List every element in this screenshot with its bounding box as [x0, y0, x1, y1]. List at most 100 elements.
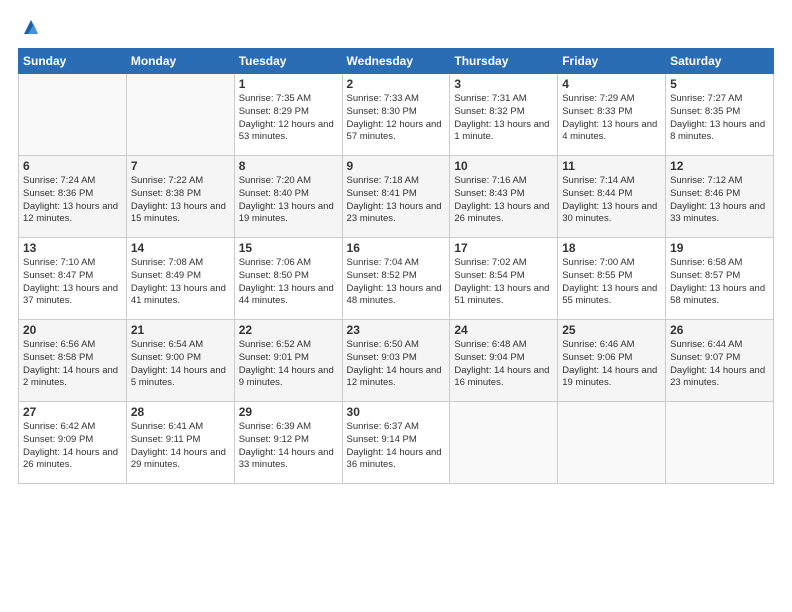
day-info: Sunrise: 6:56 AM Sunset: 8:58 PM Dayligh…	[23, 339, 122, 390]
day-info: Sunrise: 7:14 AM Sunset: 8:44 PM Dayligh…	[562, 175, 661, 226]
col-header-thursday: Thursday	[450, 49, 558, 74]
calendar-cell: 3 Sunrise: 7:31 AM Sunset: 8:32 PM Daylig…	[450, 74, 558, 156]
day-info: Sunrise: 6:50 AM Sunset: 9:03 PM Dayligh…	[347, 339, 446, 390]
day-number: 2	[347, 77, 446, 91]
calendar-cell: 26Sunrise: 6:44 AM Sunset: 9:07 PM Dayli…	[666, 320, 774, 402]
col-header-wednesday: Wednesday	[342, 49, 450, 74]
day-number: 24	[454, 323, 553, 337]
day-info: Sunrise: 6:58 AM Sunset: 8:57 PM Dayligh…	[670, 257, 769, 308]
col-header-sunday: Sunday	[19, 49, 127, 74]
day-number: 8	[239, 159, 338, 173]
calendar-cell: 27Sunrise: 6:42 AM Sunset: 9:09 PM Dayli…	[19, 402, 127, 484]
calendar-cell: 23 Sunrise: 6:50 AM Sunset: 9:03 PM Dayli…	[342, 320, 450, 402]
day-info: Sunrise: 7:20 AM Sunset: 8:40 PM Dayligh…	[239, 175, 338, 226]
calendar-cell: 25Sunrise: 6:46 AM Sunset: 9:06 PM Dayli…	[558, 320, 666, 402]
col-header-monday: Monday	[126, 49, 234, 74]
calendar-cell	[126, 74, 234, 156]
calendar-cell: 9Sunrise: 7:18 AM Sunset: 8:41 PM Daylig…	[342, 156, 450, 238]
day-number: 28	[131, 405, 230, 419]
calendar-cell	[19, 74, 127, 156]
day-number: 19	[670, 241, 769, 255]
calendar-cell: 18 Sunrise: 7:00 AM Sunset: 8:55 PM Dayli…	[558, 238, 666, 320]
calendar-cell: 29 Sunrise: 6:39 AM Sunset: 9:12 PM Dayli…	[234, 402, 342, 484]
calendar-cell: 8 Sunrise: 7:20 AM Sunset: 8:40 PM Daylig…	[234, 156, 342, 238]
col-header-saturday: Saturday	[666, 49, 774, 74]
calendar-cell	[450, 402, 558, 484]
week-row-5: 27Sunrise: 6:42 AM Sunset: 9:09 PM Dayli…	[19, 402, 774, 484]
calendar-cell: 22 Sunrise: 6:52 AM Sunset: 9:01 PM Dayli…	[234, 320, 342, 402]
day-info: Sunrise: 7:12 AM Sunset: 8:46 PM Dayligh…	[670, 175, 769, 226]
day-number: 27	[23, 405, 122, 419]
day-number: 6	[23, 159, 122, 173]
day-number: 30	[347, 405, 446, 419]
day-info: Sunrise: 6:48 AM Sunset: 9:04 PM Dayligh…	[454, 339, 553, 390]
day-info: Sunrise: 6:41 AM Sunset: 9:11 PM Dayligh…	[131, 421, 230, 472]
day-info: Sunrise: 7:00 AM Sunset: 8:55 PM Dayligh…	[562, 257, 661, 308]
calendar-table: SundayMondayTuesdayWednesdayThursdayFrid…	[18, 48, 774, 484]
day-number: 13	[23, 241, 122, 255]
day-info: Sunrise: 7:24 AM Sunset: 8:36 PM Dayligh…	[23, 175, 122, 226]
day-info: Sunrise: 7:27 AM Sunset: 8:35 PM Dayligh…	[670, 93, 769, 144]
calendar-cell: 5 Sunrise: 7:27 AM Sunset: 8:35 PM Daylig…	[666, 74, 774, 156]
day-number: 16	[347, 241, 446, 255]
day-number: 17	[454, 241, 553, 255]
calendar-cell: 30Sunrise: 6:37 AM Sunset: 9:14 PM Dayli…	[342, 402, 450, 484]
day-number: 29	[239, 405, 338, 419]
day-number: 10	[454, 159, 553, 173]
calendar-cell: 16 Sunrise: 7:04 AM Sunset: 8:52 PM Dayli…	[342, 238, 450, 320]
day-number: 3	[454, 77, 553, 91]
day-number: 26	[670, 323, 769, 337]
calendar-cell: 20 Sunrise: 6:56 AM Sunset: 8:58 PM Dayli…	[19, 320, 127, 402]
col-header-friday: Friday	[558, 49, 666, 74]
calendar-cell: 24 Sunrise: 6:48 AM Sunset: 9:04 PM Dayli…	[450, 320, 558, 402]
day-number: 18	[562, 241, 661, 255]
day-info: Sunrise: 6:54 AM Sunset: 9:00 PM Dayligh…	[131, 339, 230, 390]
calendar-cell: 1 Sunrise: 7:35 AM Sunset: 8:29 PM Daylig…	[234, 74, 342, 156]
header-row: SundayMondayTuesdayWednesdayThursdayFrid…	[19, 49, 774, 74]
day-number: 11	[562, 159, 661, 173]
calendar-cell: 17 Sunrise: 7:02 AM Sunset: 8:54 PM Dayli…	[450, 238, 558, 320]
day-number: 9	[347, 159, 446, 173]
day-info: Sunrise: 7:33 AM Sunset: 8:30 PM Dayligh…	[347, 93, 446, 144]
day-number: 5	[670, 77, 769, 91]
calendar-cell	[558, 402, 666, 484]
logo-icon	[20, 16, 42, 38]
day-info: Sunrise: 6:39 AM Sunset: 9:12 PM Dayligh…	[239, 421, 338, 472]
day-number: 21	[131, 323, 230, 337]
calendar-cell: 15 Sunrise: 7:06 AM Sunset: 8:50 PM Dayli…	[234, 238, 342, 320]
day-info: Sunrise: 6:46 AM Sunset: 9:06 PM Dayligh…	[562, 339, 661, 390]
day-number: 1	[239, 77, 338, 91]
day-info: Sunrise: 6:52 AM Sunset: 9:01 PM Dayligh…	[239, 339, 338, 390]
week-row-4: 20 Sunrise: 6:56 AM Sunset: 8:58 PM Dayli…	[19, 320, 774, 402]
calendar-cell: 21 Sunrise: 6:54 AM Sunset: 9:00 PM Dayli…	[126, 320, 234, 402]
calendar-cell: 14Sunrise: 7:08 AM Sunset: 8:49 PM Dayli…	[126, 238, 234, 320]
calendar-cell: 2 Sunrise: 7:33 AM Sunset: 8:30 PM Daylig…	[342, 74, 450, 156]
day-info: Sunrise: 7:31 AM Sunset: 8:32 PM Dayligh…	[454, 93, 553, 144]
day-number: 12	[670, 159, 769, 173]
day-number: 14	[131, 241, 230, 255]
day-number: 4	[562, 77, 661, 91]
week-row-3: 13Sunrise: 7:10 AM Sunset: 8:47 PM Dayli…	[19, 238, 774, 320]
day-number: 23	[347, 323, 446, 337]
day-info: Sunrise: 7:06 AM Sunset: 8:50 PM Dayligh…	[239, 257, 338, 308]
calendar-cell: 11 Sunrise: 7:14 AM Sunset: 8:44 PM Dayli…	[558, 156, 666, 238]
calendar-cell: 7Sunrise: 7:22 AM Sunset: 8:38 PM Daylig…	[126, 156, 234, 238]
day-info: Sunrise: 7:02 AM Sunset: 8:54 PM Dayligh…	[454, 257, 553, 308]
week-row-1: 1 Sunrise: 7:35 AM Sunset: 8:29 PM Daylig…	[19, 74, 774, 156]
col-header-tuesday: Tuesday	[234, 49, 342, 74]
day-info: Sunrise: 7:04 AM Sunset: 8:52 PM Dayligh…	[347, 257, 446, 308]
calendar-cell: 19 Sunrise: 6:58 AM Sunset: 8:57 PM Dayli…	[666, 238, 774, 320]
calendar-cell: 10 Sunrise: 7:16 AM Sunset: 8:43 PM Dayli…	[450, 156, 558, 238]
logo	[18, 16, 42, 38]
day-info: Sunrise: 7:29 AM Sunset: 8:33 PM Dayligh…	[562, 93, 661, 144]
day-number: 22	[239, 323, 338, 337]
calendar-cell: 4 Sunrise: 7:29 AM Sunset: 8:33 PM Daylig…	[558, 74, 666, 156]
calendar-cell: 6 Sunrise: 7:24 AM Sunset: 8:36 PM Daylig…	[19, 156, 127, 238]
day-number: 7	[131, 159, 230, 173]
calendar-cell: 13Sunrise: 7:10 AM Sunset: 8:47 PM Dayli…	[19, 238, 127, 320]
calendar-cell	[666, 402, 774, 484]
day-info: Sunrise: 7:16 AM Sunset: 8:43 PM Dayligh…	[454, 175, 553, 226]
day-number: 20	[23, 323, 122, 337]
day-number: 15	[239, 241, 338, 255]
day-info: Sunrise: 7:35 AM Sunset: 8:29 PM Dayligh…	[239, 93, 338, 144]
